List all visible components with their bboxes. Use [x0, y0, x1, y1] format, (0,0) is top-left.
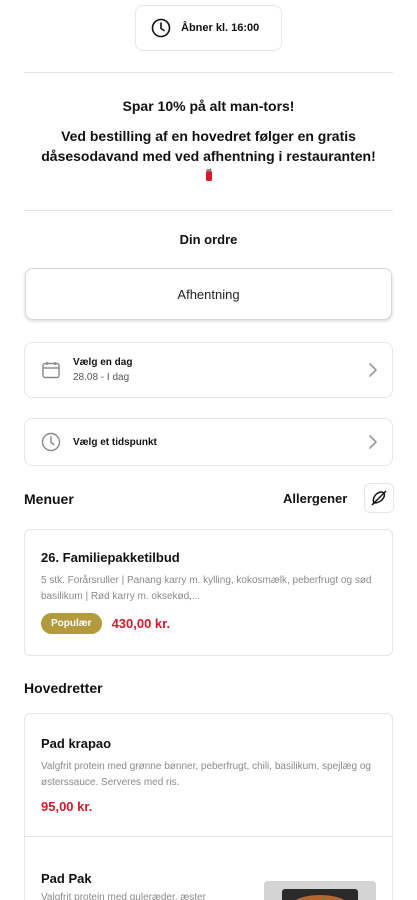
promo-banner: Spar 10% på alt man-tors! Ved bestilling… [24, 96, 393, 182]
allergen-label[interactable]: Allergener [283, 491, 347, 506]
menu-item-name: 26. Familiepakketilbud [41, 550, 180, 565]
food-photo [264, 881, 376, 900]
popular-badge: Populær [41, 613, 102, 634]
menu-item-description: Valgfrit protein med grønne bønner, pebe… [41, 761, 371, 788]
calendar-icon [42, 362, 60, 379]
menu-item-card[interactable]: Pad krapao Valgfrit protein med grønne b… [25, 714, 392, 836]
divider [24, 72, 393, 73]
promo-text: Ved bestilling af en hovedret følger en … [41, 128, 376, 164]
menu-item-price: 95,00 kr. [41, 799, 93, 814]
order-title: Din ordre [179, 232, 238, 247]
chevron-right-icon [369, 363, 377, 377]
time-picker[interactable]: Vælg et tidspunkt [24, 418, 393, 466]
divider [24, 210, 393, 211]
menu-item-image [264, 881, 376, 900]
opening-hours-badge: Åbner kl. 16:00 [135, 5, 282, 51]
time-picker-title: Vælg et tidspunkt [73, 436, 157, 448]
menu-item-card[interactable]: 26. Familiepakketilbud 5 stk. Forårsrull… [24, 529, 393, 656]
menu-item-card[interactable]: Pad Pak Valgfrit protein med guleræder, … [25, 837, 392, 900]
chevron-right-icon [369, 435, 377, 449]
clock-icon [151, 18, 171, 38]
clock-icon [41, 432, 61, 452]
menu-item-description: Valgfrit protein med guleræder, æster [41, 892, 206, 900]
menus-heading: Menuer [24, 491, 74, 507]
opening-hours-text: Åbner kl. 16:00 [181, 22, 260, 34]
menu-item-price: 430,00 kr. [111, 616, 171, 631]
menu-item-description: 5 stk. Forårsruller | Panang karry m. ky… [41, 575, 372, 602]
pickup-option-button[interactable]: Afhentning [25, 268, 392, 320]
soda-can-icon [205, 168, 212, 181]
mains-heading: Hovedretter [24, 680, 103, 696]
day-picker[interactable]: Vælg en dag 28.08 - I dag [24, 342, 393, 398]
pickup-option-label: Afhentning [177, 286, 240, 302]
allergen-button[interactable] [364, 483, 394, 513]
promo-headline: Spar 10% på alt man-tors! [122, 98, 295, 114]
day-picker-title: Vælg en dag [73, 357, 133, 368]
mains-list: Pad krapao Valgfrit protein med grønne b… [24, 713, 393, 900]
allergen-icon [371, 490, 387, 506]
menu-item-name: Pad krapao [41, 736, 112, 751]
day-picker-value: 28.08 - I dag [73, 372, 130, 383]
